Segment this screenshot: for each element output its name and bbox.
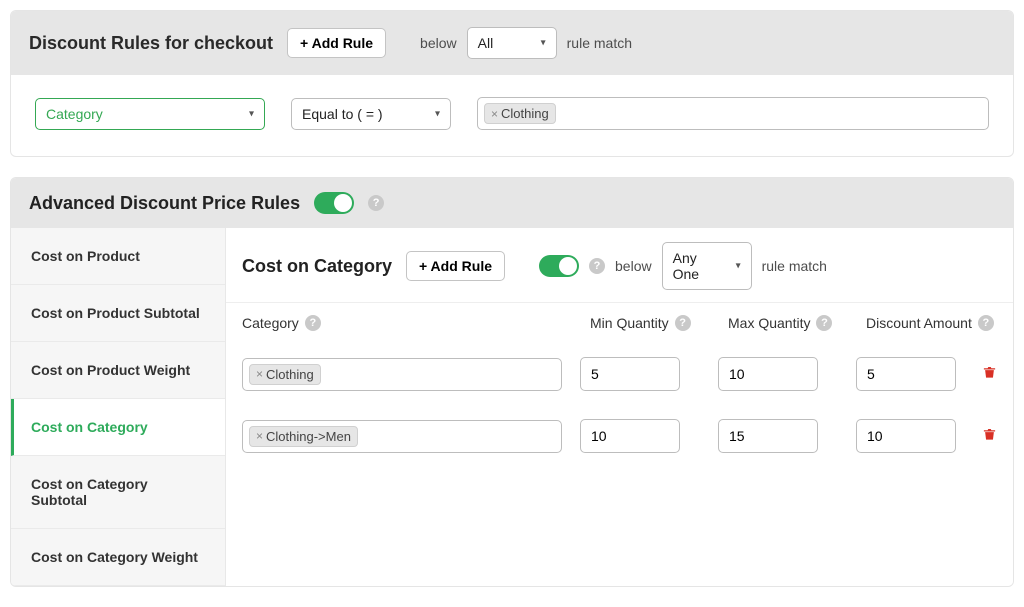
sidebar-item-cost-category-weight[interactable]: Cost on Category Weight bbox=[11, 529, 225, 586]
sidebar-item-cost-product-weight[interactable]: Cost on Product Weight bbox=[11, 342, 225, 399]
sidebar-item-cost-category-subtotal[interactable]: Cost on Category Subtotal bbox=[11, 456, 225, 529]
advanced-rules-panel: Advanced Discount Price Rules ? Cost on … bbox=[10, 177, 1014, 587]
row0-min-input[interactable] bbox=[580, 357, 680, 391]
sidebar-item-cost-category[interactable]: Cost on Category bbox=[11, 399, 225, 456]
content-add-rule-button[interactable]: + Add Rule bbox=[406, 251, 505, 281]
advanced-toggle[interactable] bbox=[314, 192, 354, 214]
match-select-value: All bbox=[478, 35, 494, 51]
row0-category-input[interactable]: × Clothing bbox=[242, 358, 562, 391]
chevron-down-icon: ▾ bbox=[249, 108, 254, 119]
advanced-rules-title: Advanced Discount Price Rules bbox=[29, 193, 300, 214]
col-category-label: Category bbox=[242, 315, 299, 331]
advanced-body: Cost on Product Cost on Product Subtotal… bbox=[11, 228, 1013, 586]
row1-min-input[interactable] bbox=[580, 419, 680, 453]
advanced-content: Cost on Category + Add Rule ? below Any … bbox=[226, 228, 1013, 586]
row1-category-input[interactable]: × Clothing->Men bbox=[242, 420, 562, 453]
help-icon[interactable]: ? bbox=[675, 315, 691, 331]
chip-label: Clothing->Men bbox=[266, 429, 351, 444]
chevron-down-icon: ▾ bbox=[435, 108, 440, 119]
content-match-select[interactable]: Any One ▾ bbox=[662, 242, 752, 290]
row0-amount-input[interactable] bbox=[856, 357, 956, 391]
chevron-down-icon: ▾ bbox=[541, 38, 546, 49]
content-title: Cost on Category bbox=[242, 256, 392, 277]
row0-max-input[interactable] bbox=[718, 357, 818, 391]
chip: × Clothing bbox=[249, 364, 321, 385]
chip-remove-icon[interactable]: × bbox=[256, 429, 263, 443]
row1-amount-input[interactable] bbox=[856, 419, 956, 453]
chip-clothing: × Clothing bbox=[484, 103, 556, 124]
help-icon[interactable]: ? bbox=[978, 315, 994, 331]
discount-rules-panel: Discount Rules for checkout + Add Rule b… bbox=[10, 10, 1014, 157]
content-match-select-value: Any One bbox=[673, 250, 721, 282]
discount-rules-title: Discount Rules for checkout bbox=[29, 33, 273, 54]
chip-label: Clothing bbox=[266, 367, 314, 382]
row1-max-input[interactable] bbox=[718, 419, 818, 453]
help-icon[interactable]: ? bbox=[368, 195, 384, 211]
trash-icon[interactable] bbox=[982, 426, 997, 447]
column-headers: Category ? Min Quantity ? Max Quantity ?… bbox=[226, 303, 1013, 343]
chip-remove-icon[interactable]: × bbox=[256, 367, 263, 381]
chevron-down-icon: ▾ bbox=[736, 261, 741, 272]
content-toggle[interactable] bbox=[539, 255, 579, 277]
rule-match-label: rule match bbox=[567, 35, 632, 51]
help-icon[interactable]: ? bbox=[589, 258, 605, 274]
content-header: Cost on Category + Add Rule ? below Any … bbox=[226, 228, 1013, 303]
content-rule-match-label: rule match bbox=[762, 258, 827, 274]
content-below-label: below bbox=[615, 258, 652, 274]
col-amount-label: Discount Amount bbox=[866, 315, 972, 331]
sidebar-item-cost-product-subtotal[interactable]: Cost on Product Subtotal bbox=[11, 285, 225, 342]
col-min-label: Min Quantity bbox=[590, 315, 669, 331]
col-max-label: Max Quantity bbox=[728, 315, 810, 331]
chip: × Clothing->Men bbox=[249, 426, 358, 447]
field-select[interactable]: Category ▾ bbox=[35, 98, 265, 130]
match-select[interactable]: All ▾ bbox=[467, 27, 557, 59]
category-value-input[interactable]: × Clothing bbox=[477, 97, 989, 130]
sidebar-item-cost-product[interactable]: Cost on Product bbox=[11, 228, 225, 285]
chip-remove-icon[interactable]: × bbox=[491, 107, 498, 121]
rule-row-1: × Clothing->Men bbox=[226, 405, 1013, 467]
help-icon[interactable]: ? bbox=[816, 315, 832, 331]
chip-label: Clothing bbox=[501, 106, 549, 121]
advanced-rules-header: Advanced Discount Price Rules ? bbox=[11, 178, 1013, 228]
rule-row-0: × Clothing bbox=[226, 343, 1013, 405]
operator-select[interactable]: Equal to ( = ) ▾ bbox=[291, 98, 451, 130]
help-icon[interactable]: ? bbox=[305, 315, 321, 331]
add-rule-button[interactable]: + Add Rule bbox=[287, 28, 386, 58]
field-select-value: Category bbox=[46, 106, 103, 122]
trash-icon[interactable] bbox=[982, 364, 997, 385]
advanced-sidebar: Cost on Product Cost on Product Subtotal… bbox=[11, 228, 226, 586]
operator-select-value: Equal to ( = ) bbox=[302, 106, 383, 122]
discount-rule-row: Category ▾ Equal to ( = ) ▾ × Clothing bbox=[11, 75, 1013, 156]
discount-rules-header: Discount Rules for checkout + Add Rule b… bbox=[11, 11, 1013, 75]
below-label: below bbox=[420, 35, 457, 51]
